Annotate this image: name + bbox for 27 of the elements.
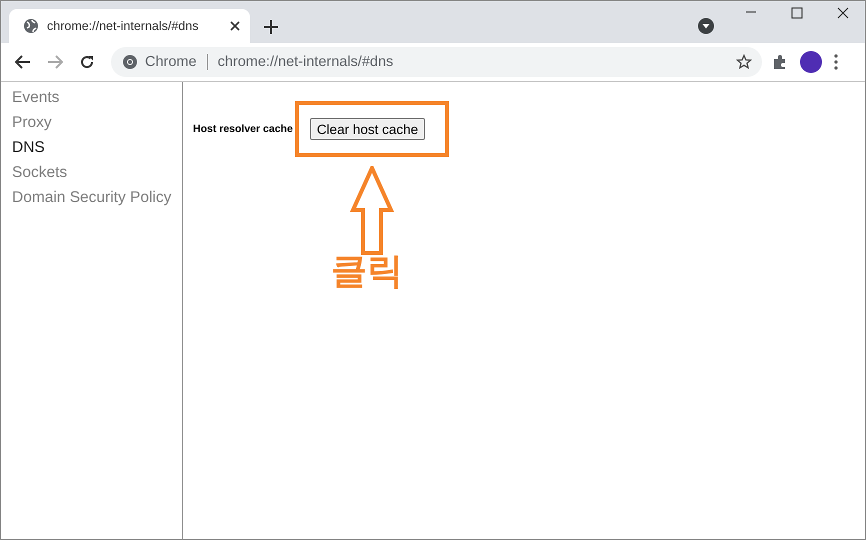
tab-search-icon[interactable] xyxy=(698,18,714,34)
maximize-icon[interactable] xyxy=(791,7,803,19)
tab-title: chrome://net-internals/#dns xyxy=(47,19,200,33)
sidebar-item[interactable]: Sockets xyxy=(12,160,182,185)
profile-avatar[interactable] xyxy=(800,51,822,73)
up-arrow-icon xyxy=(350,166,394,256)
sidebar-item[interactable]: DNS xyxy=(12,135,182,160)
url-text: chrome://net-internals/#dns xyxy=(218,54,394,70)
close-icon[interactable] xyxy=(230,21,240,31)
address-bar[interactable]: Chrome chrome://net-internals/#dns xyxy=(111,47,762,77)
new-tab-icon[interactable] xyxy=(264,20,278,34)
chrome-icon xyxy=(123,55,137,69)
site-label: Chrome xyxy=(145,54,197,70)
browser-tab[interactable]: chrome://net-internals/#dns xyxy=(9,9,250,43)
back-icon[interactable] xyxy=(15,55,31,69)
menu-icon[interactable] xyxy=(834,54,838,70)
reload-icon[interactable] xyxy=(79,54,95,70)
clear-cache-button[interactable]: Clear host cache xyxy=(310,118,426,140)
sidebar-item[interactable]: Proxy xyxy=(12,110,182,135)
sidebar-item[interactable]: Domain Security Policy xyxy=(12,185,182,210)
puzzle-icon[interactable] xyxy=(772,54,788,70)
section-label: Host resolver cache xyxy=(193,123,293,135)
click-caption: 클릭 xyxy=(331,254,403,290)
star-icon[interactable] xyxy=(736,54,752,70)
close-icon[interactable] xyxy=(837,7,849,19)
globe-icon xyxy=(23,18,39,34)
sidebar-item[interactable]: Events xyxy=(12,85,182,110)
